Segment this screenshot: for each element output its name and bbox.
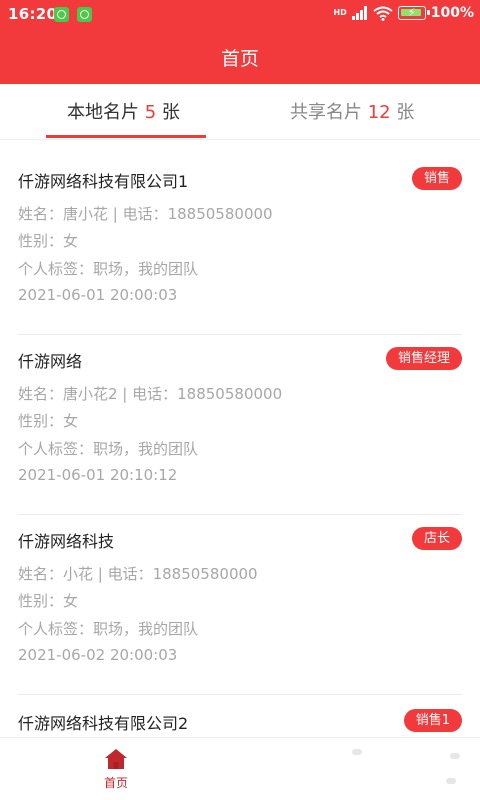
nav-item-label: 首页 — [103, 776, 128, 790]
card-gender: 性别：女 — [18, 232, 79, 250]
card-role-badge: 销售1 — [403, 709, 462, 732]
status-time: 16:20 — [8, 5, 58, 23]
card-name-phone: 姓名：唐小花2 | 电话：18850580000 — [18, 385, 283, 403]
home-icon — [105, 749, 127, 769]
network-type: HD — [333, 8, 347, 17]
card-timestamp: 2021-06-01 20:00:03 — [18, 286, 178, 304]
card-role-badge: 销售 — [411, 167, 462, 190]
status-indicators: HD ⚡ 100% — [333, 5, 474, 21]
card-tabs: 本地名片 5 张 共享名片 12 张 — [0, 84, 480, 140]
card-role-badge: 店长 — [411, 527, 462, 550]
card-name-phone: 姓名：唐小花 | 电话：18850580000 — [18, 205, 273, 223]
app-header: 首页 — [0, 30, 480, 84]
divider — [450, 753, 460, 759]
battery-level: 100% — [430, 5, 474, 21]
tab-count: 12 — [367, 102, 391, 123]
bottom-navigation: 首页 — [0, 737, 480, 800]
wechat-notification-icon — [54, 7, 69, 22]
business-card-item[interactable]: 仟游网络 销售经理 姓名：唐小花2 | 电话：18850580000 性别：女 … — [18, 335, 462, 515]
card-gender: 性别：女 — [18, 592, 79, 610]
tab-unit: 张 — [396, 102, 415, 123]
card-gender: 性别：女 — [18, 412, 79, 430]
signal-icon — [351, 6, 367, 20]
card-role-badge: 销售经理 — [385, 347, 462, 370]
card-labels: 个人标签：职场，我的团队 — [18, 620, 199, 638]
tab-shared-cards[interactable]: 共享名片 12 张 — [290, 98, 414, 124]
wechat-notification-icon — [77, 7, 92, 22]
card-labels: 个人标签：职场，我的团队 — [18, 260, 199, 278]
business-card-item[interactable]: 仟游网络科技有限公司2 销售1 — [18, 697, 462, 737]
card-labels: 个人标签：职场，我的团队 — [18, 440, 199, 458]
page-title: 首页 — [220, 48, 259, 70]
tab-count: 5 — [144, 102, 157, 123]
card-name-phone: 姓名：小花 | 电话：18850580000 — [18, 565, 258, 583]
business-card-item[interactable]: 仟游网络科技有限公司1 销售 姓名：唐小花 | 电话：18850580000 性… — [18, 155, 462, 335]
active-tab-indicator — [46, 135, 206, 138]
tab-label: 共享名片 — [290, 102, 362, 123]
battery-icon: ⚡ — [397, 6, 430, 20]
divider — [352, 749, 362, 755]
wifi-icon — [373, 6, 393, 21]
divider — [446, 778, 456, 784]
tab-unit: 张 — [161, 102, 180, 123]
card-company: 仟游网络 — [18, 352, 83, 371]
tab-label: 本地名片 — [67, 102, 139, 123]
status-bar: 16:20 HD ⚡ 100% — [0, 0, 480, 30]
card-company: 仟游网络科技 — [18, 532, 115, 551]
card-company: 仟游网络科技有限公司1 — [18, 172, 189, 191]
card-timestamp: 2021-06-02 20:00:03 — [18, 646, 178, 664]
card-company: 仟游网络科技有限公司2 — [18, 714, 189, 733]
business-card-item[interactable]: 仟游网络科技 店长 姓名：小花 | 电话：18850580000 性别：女 个人… — [18, 515, 462, 695]
nav-item-home[interactable]: 首页 — [93, 748, 139, 796]
card-timestamp: 2021-06-01 20:10:12 — [18, 466, 178, 484]
tab-local-cards[interactable]: 本地名片 5 张 — [67, 98, 180, 124]
